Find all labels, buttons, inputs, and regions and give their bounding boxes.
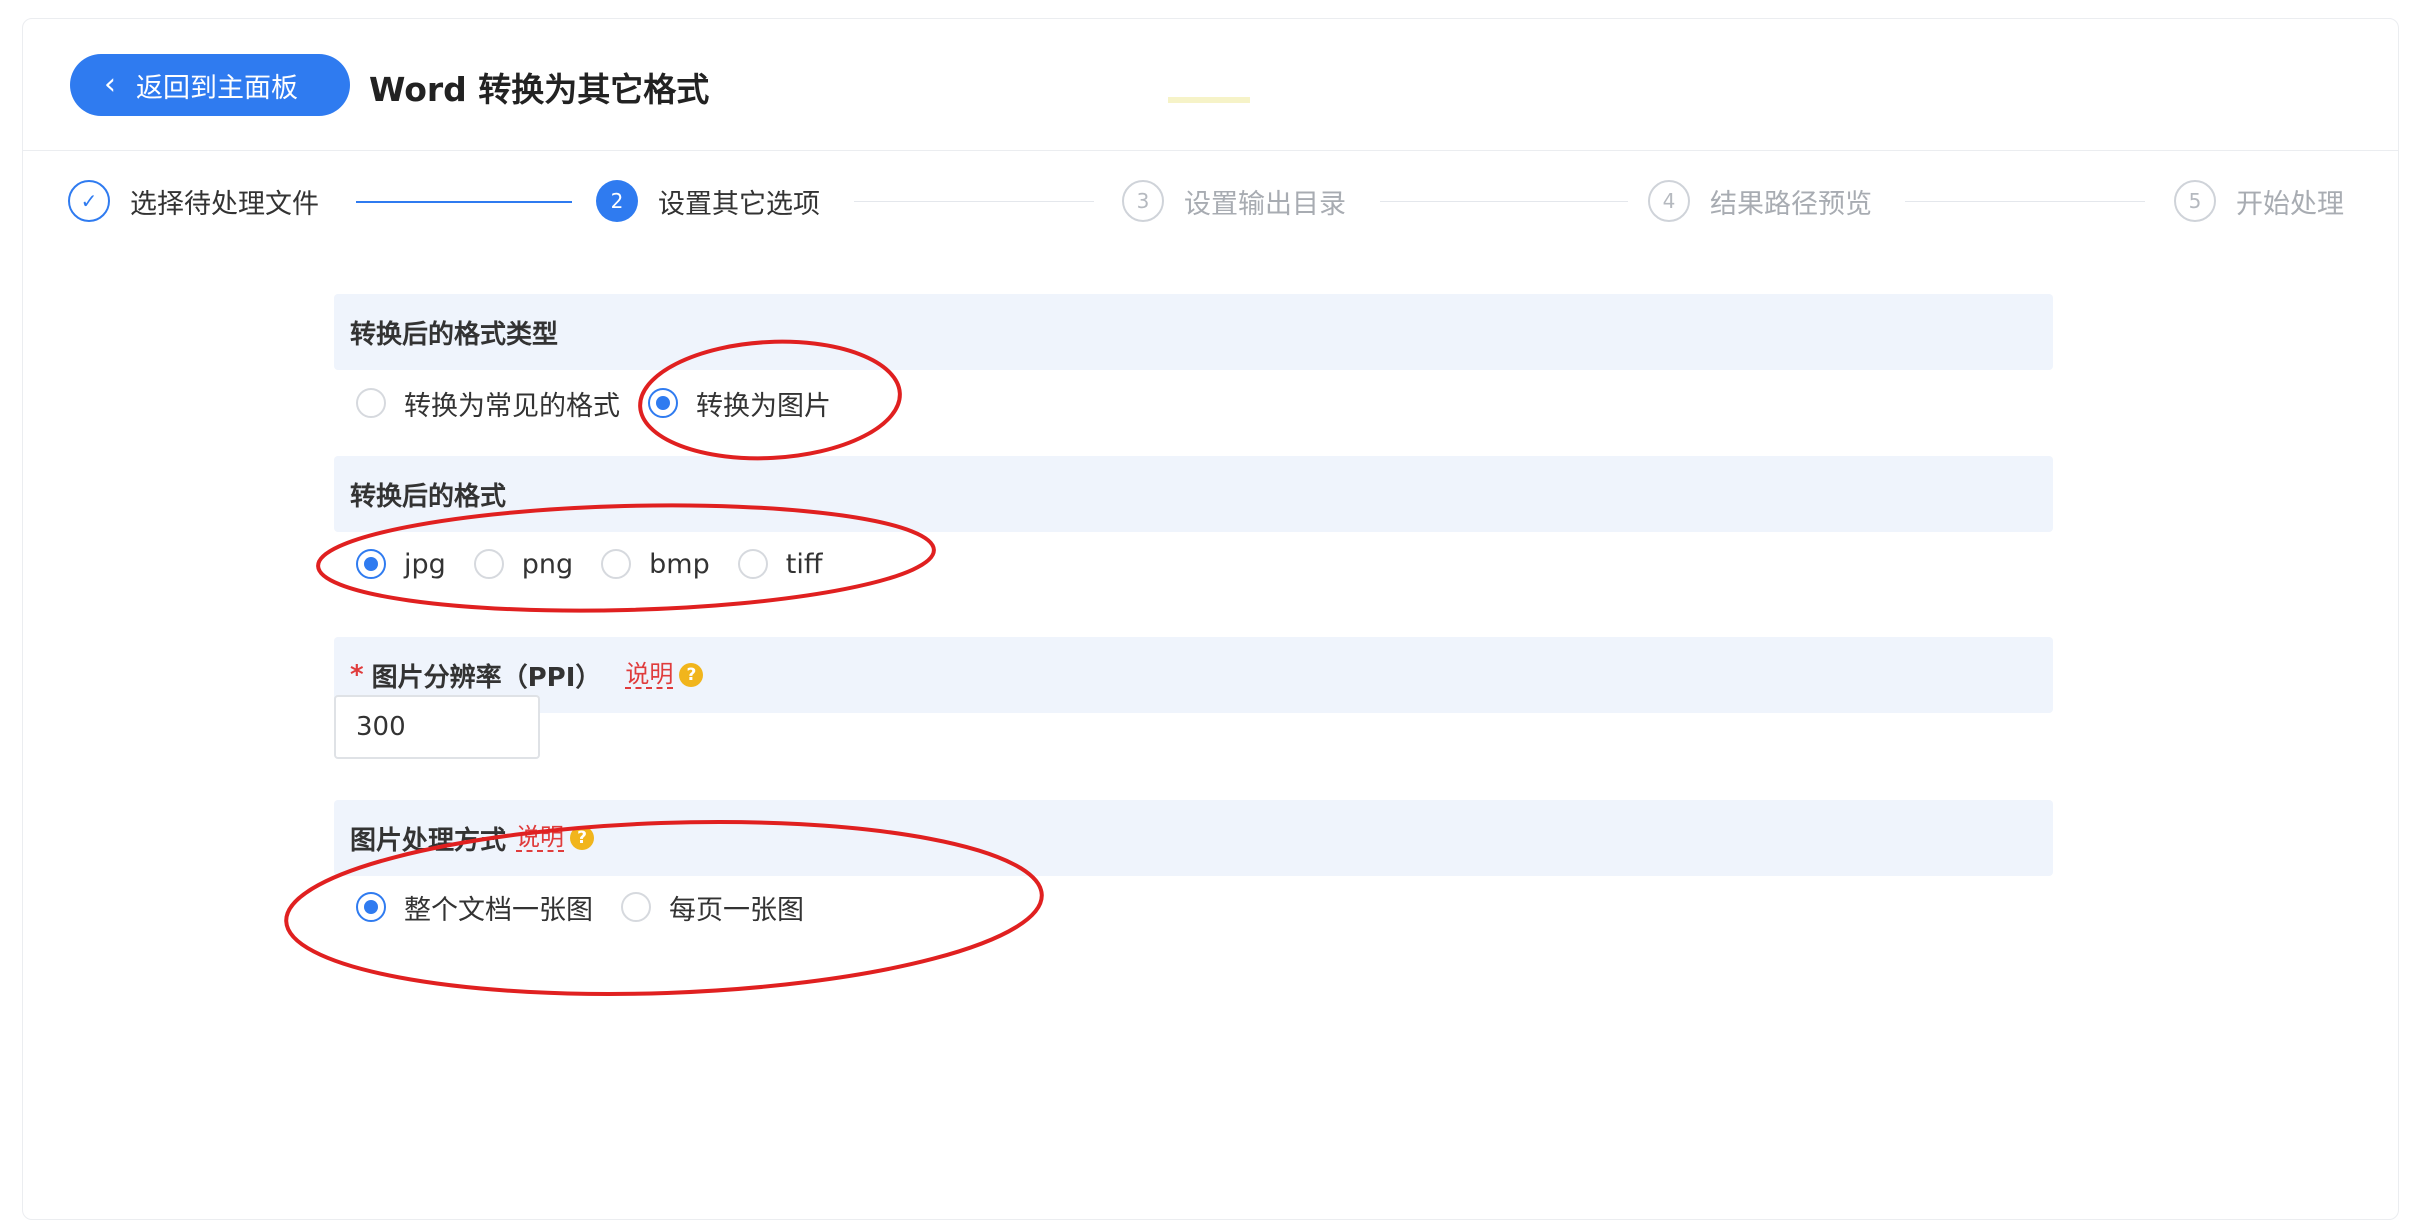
- format-title: 转换后的格式: [350, 481, 507, 512]
- radio-circle[interactable]: [356, 549, 386, 579]
- format-type-radio-group: 转换为常见的格式 转换为图片: [356, 380, 859, 426]
- resolution-heading: * 图片分辨率（PPI） 说明 ?: [334, 637, 2053, 713]
- back-button-label: 返回到主面板: [136, 72, 298, 104]
- step-number: 3: [1122, 180, 1164, 222]
- format-type-heading: 转换后的格式类型: [334, 294, 2053, 370]
- radio-circle[interactable]: [621, 892, 651, 922]
- step-connector: [1905, 201, 2145, 202]
- help-link[interactable]: 说明: [625, 660, 674, 690]
- step-connector: [356, 201, 572, 203]
- ppi-input[interactable]: [334, 695, 540, 759]
- radio-label: 整个文档一张图: [404, 894, 593, 926]
- radio-label: 转换为图片: [696, 390, 831, 422]
- step-connector: [854, 201, 1094, 202]
- radio-label: jpg: [404, 548, 446, 580]
- format-type-title: 转换后的格式类型: [350, 319, 559, 350]
- highlight-mark: [1168, 97, 1250, 103]
- required-mark: *: [350, 660, 364, 690]
- radio-image-format[interactable]: 转换为图片: [648, 384, 831, 423]
- radio-label: 转换为常见的格式: [404, 390, 620, 422]
- radio-circle[interactable]: [356, 388, 386, 418]
- radio-circle[interactable]: [601, 549, 632, 579]
- radio-label: tiff: [785, 548, 823, 580]
- step-number: 4: [1648, 180, 1690, 222]
- check-icon: ✓: [68, 180, 110, 222]
- step-3[interactable]: 3 设置输出目录: [1122, 178, 1346, 224]
- radio-label: png: [521, 548, 574, 580]
- radio-common-format[interactable]: 转换为常见的格式: [356, 384, 620, 423]
- radio-png[interactable]: png: [473, 548, 574, 580]
- radio-label: bmp: [649, 548, 710, 580]
- back-to-dashboard-button[interactable]: ‹ 返回到主面板: [70, 54, 350, 116]
- radio-circle[interactable]: [473, 549, 504, 579]
- step-number: 5: [2174, 180, 2216, 222]
- resolution-title: 图片分辨率（PPI）: [371, 662, 602, 693]
- step-label: 设置其它选项: [658, 188, 820, 220]
- radio-whole-document[interactable]: 整个文档一张图: [356, 888, 593, 927]
- page-header: ‹ 返回到主面板 Word 转换为其它格式: [23, 19, 2398, 151]
- radio-bmp[interactable]: bmp: [601, 549, 710, 580]
- step-4[interactable]: 4 结果路径预览: [1648, 178, 1872, 224]
- step-label: 结果路径预览: [1710, 188, 1872, 220]
- step-label: 设置输出目录: [1184, 188, 1346, 220]
- page-title: Word 转换为其它格式: [369, 70, 710, 109]
- step-5[interactable]: 5 开始处理: [2174, 178, 2344, 224]
- help-link[interactable]: 说明: [516, 823, 565, 853]
- processing-radio-group: 整个文档一张图 每页一张图: [356, 884, 832, 930]
- radio-label: 每页一张图: [669, 894, 804, 926]
- format-heading: 转换后的格式: [334, 456, 2053, 532]
- radio-circle[interactable]: [356, 892, 386, 922]
- question-icon[interactable]: ?: [570, 826, 595, 850]
- step-number: 2: [596, 180, 638, 222]
- radio-jpg[interactable]: jpg: [356, 549, 446, 580]
- step-label: 开始处理: [2236, 188, 2344, 220]
- radio-per-page[interactable]: 每页一张图: [621, 888, 804, 927]
- step-1[interactable]: ✓ 选择待处理文件: [68, 178, 319, 224]
- step-connector: [1380, 201, 1628, 202]
- step-label: 选择待处理文件: [130, 188, 319, 220]
- question-icon[interactable]: ?: [679, 663, 704, 687]
- chevron-left-icon: ‹: [104, 67, 116, 102]
- processing-title: 图片处理方式: [350, 825, 507, 856]
- processing-heading: 图片处理方式 说明 ?: [334, 800, 2053, 876]
- format-radio-group: jpg png bmp tiff: [356, 541, 850, 587]
- step-2[interactable]: 2 设置其它选项: [596, 178, 820, 224]
- radio-circle[interactable]: [737, 549, 768, 579]
- radio-tiff[interactable]: tiff: [737, 548, 823, 580]
- radio-circle[interactable]: [648, 388, 678, 418]
